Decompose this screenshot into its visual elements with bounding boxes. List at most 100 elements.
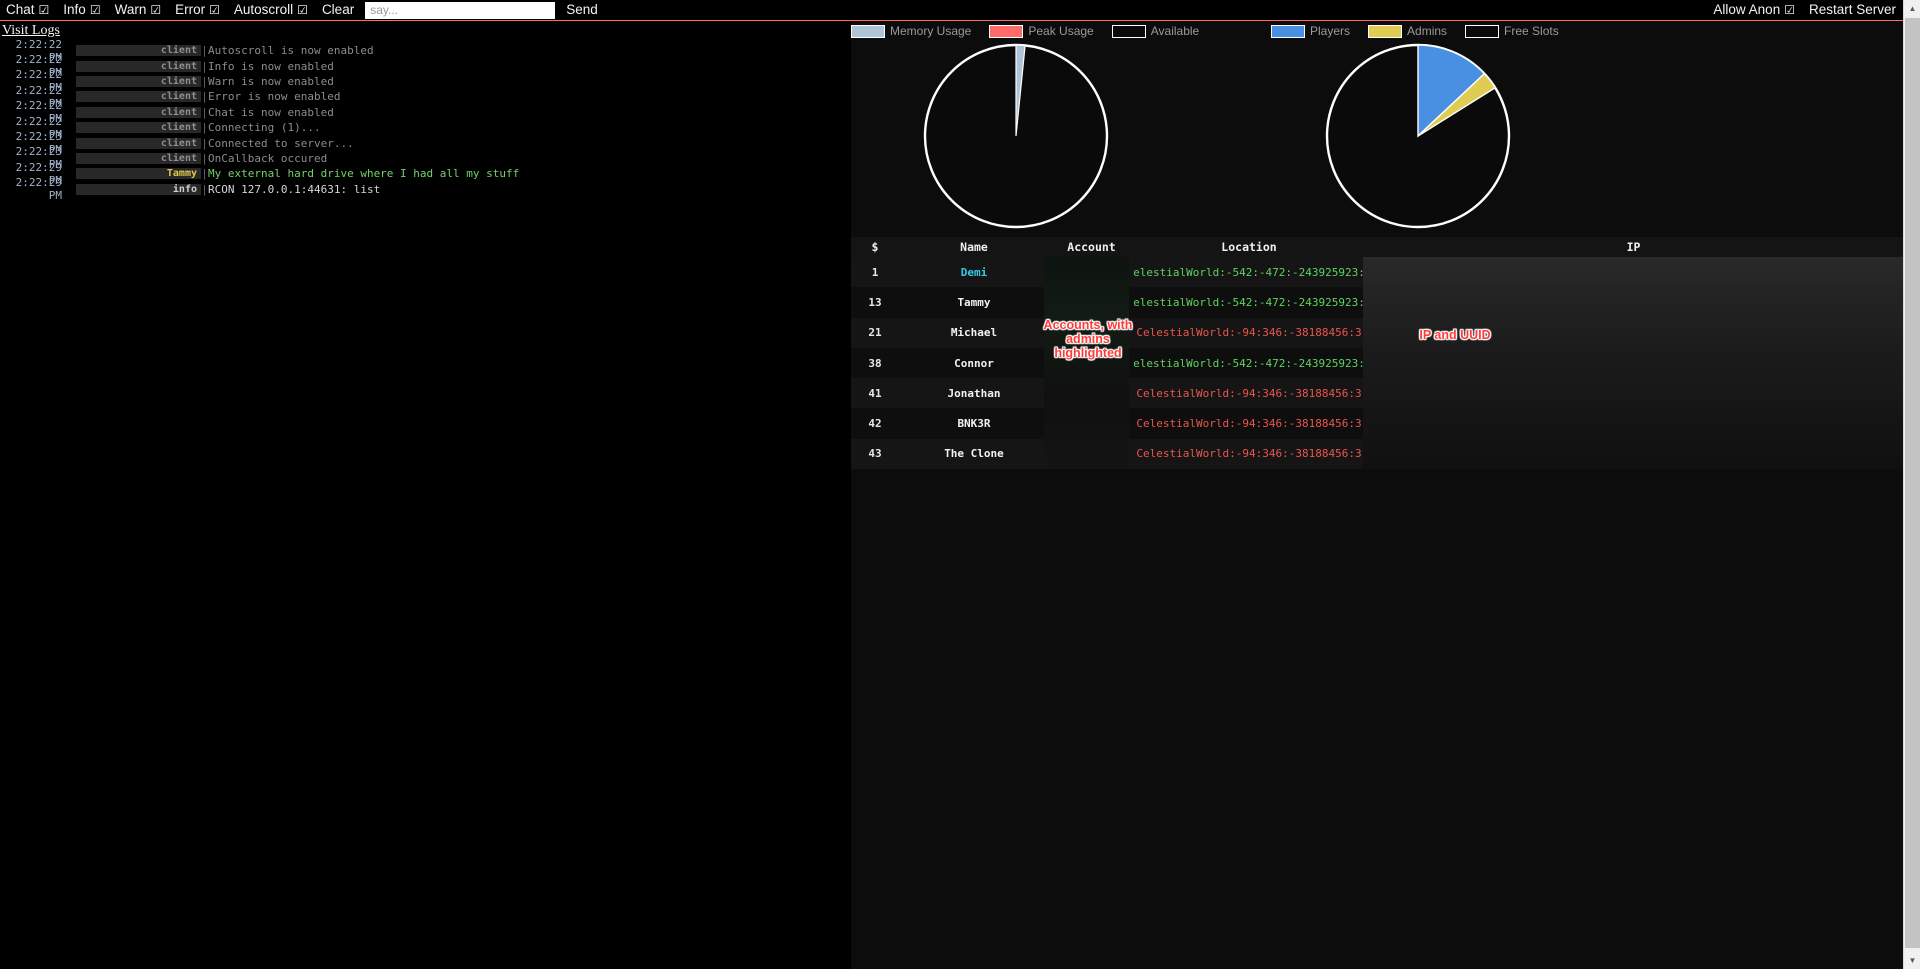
log-panel-title: Visit Logs — [2, 23, 60, 38]
player-location-cell: CelestialWorld:-542:-472:-243925923:9 — [1134, 295, 1364, 309]
player-table-row[interactable]: 42 BNK3R CelestialWorld:-94:346:-38188456:… — [851, 408, 1903, 439]
log-separator-icon: | — [201, 59, 208, 73]
log-source: client — [76, 137, 201, 149]
player-name-cell: Connor — [954, 356, 994, 370]
player-table-row[interactable]: 13 Tammy CelestialWorld:-542:-472:-2439259… — [851, 287, 1903, 318]
annotation-ip-uuid: IP and UUID — [1419, 328, 1491, 342]
checkbox-icon[interactable]: ☑ — [209, 4, 220, 16]
player-ip-cell — [1364, 287, 1903, 317]
toggle-error[interactable]: Error ☑ — [168, 0, 227, 21]
toggle-warn[interactable]: Warn ☑ — [108, 0, 169, 21]
log-source: Tammy — [76, 168, 201, 180]
log-row: 2:22:22 PM client | Warn is now enabled — [0, 68, 851, 94]
log-row: 2:22:23 PM client | OnCallback occured — [0, 145, 851, 171]
log-source: client — [76, 152, 201, 164]
toolbar-item-label: Restart Server — [1808, 2, 1896, 18]
log-message: Connected to server... — [208, 136, 354, 150]
clear-button[interactable]: Clear — [315, 0, 361, 21]
log-timestamp: 2:22:29 PM — [15, 176, 62, 203]
checkbox-icon[interactable]: ☑ — [90, 4, 101, 16]
restart-server-button[interactable]: Restart Server — [1802, 0, 1903, 21]
player-name-cell: Michael — [950, 326, 998, 340]
scrollbar-thumb[interactable] — [1905, 18, 1920, 948]
log-source: client — [76, 75, 201, 87]
legend-label: Available — [1150, 24, 1200, 38]
player-table-header-cell: Account — [1067, 240, 1116, 254]
player-name-cell: Jonathan — [947, 386, 1001, 400]
players-pie-svg — [1325, 43, 1511, 229]
player-name-cell: The Clone — [944, 447, 1004, 461]
player-account-cell — [1049, 257, 1134, 287]
toggle-allow-anon[interactable]: Allow Anon ☑ — [1707, 0, 1802, 21]
checkbox-icon[interactable]: ☑ — [150, 4, 161, 16]
log-separator-icon: | — [201, 167, 208, 181]
log-source: client — [76, 91, 201, 103]
log-row: 2:22:22 PM client | Info is now enabled — [0, 53, 851, 79]
players-legend: Players Admins Free Slots — [1271, 24, 1571, 38]
legend-item: Memory Usage — [851, 24, 971, 38]
player-table-header: $ Name Account Location IP — [851, 237, 1903, 257]
player-location-cell: CelestialWorld:-94:346:-38188456:3 — [1136, 326, 1362, 340]
player-table-row[interactable]: 1 Demi CelestialWorld:-542:-472:-243925923… — [851, 257, 1903, 288]
player-ip-cell — [1364, 439, 1903, 469]
legend-label: Peak Usage — [1028, 24, 1094, 38]
player-table-header-cell: IP — [1626, 240, 1641, 254]
legend-swatch-icon — [1465, 24, 1500, 38]
player-id-cell: 43 — [868, 447, 882, 461]
log-panel: Visit Logs 2:22:22 PM client | Autoscroll i… — [0, 21, 851, 969]
log-row-list: 2:22:22 PM client | Autoscroll is now enabl… — [0, 38, 851, 203]
player-account-cell — [1049, 408, 1134, 438]
player-id-cell: 21 — [868, 326, 882, 340]
player-table-row[interactable]: 41 Jonathan CelestialWorld:-94:346:-381884… — [851, 378, 1903, 409]
player-account-cell — [1049, 287, 1134, 317]
toolbar-item-label: Allow Anon — [1713, 2, 1781, 18]
legend-label: Admins — [1407, 24, 1448, 38]
legend-swatch-icon — [989, 24, 1024, 38]
log-message: Error is now enabled — [208, 90, 341, 104]
say-input[interactable] — [365, 1, 556, 19]
toolbar-right-group: Allow Anon ☑ Restart Server — [1707, 0, 1903, 21]
log-message: Chat is now enabled — [208, 105, 334, 119]
log-row: 2:22:23 PM client | Connected to server... — [0, 130, 851, 156]
players-pie-chart — [1323, 41, 1513, 236]
legend-item: Peak Usage — [989, 24, 1094, 38]
toolbar-left-group: Chat ☑ Info ☑ Warn ☑ Error ☑ Autoscroll ☑ Clear — [0, 0, 361, 21]
legend-label: Memory Usage — [890, 24, 972, 38]
send-button[interactable]: Send — [559, 0, 605, 21]
player-name-cell: BNK3R — [957, 417, 991, 431]
scroll-down-icon[interactable]: ▼ — [1904, 952, 1920, 969]
log-row: 2:22:22 PM client | Chat is now enabled — [0, 99, 851, 125]
player-table: $ Name Account Location IP 1 Demi CelestialWor… — [851, 237, 1903, 470]
checkbox-icon[interactable]: ☑ — [1784, 4, 1795, 16]
log-source: client — [76, 106, 201, 118]
legend-swatch-icon — [1368, 24, 1403, 38]
player-location-cell: CelestialWorld:-94:346:-38188456:3 — [1136, 386, 1362, 400]
player-ip-cell — [1364, 348, 1903, 378]
log-message: Autoscroll is now enabled — [208, 44, 374, 58]
log-separator-icon: | — [201, 90, 208, 104]
page-scrollbar[interactable]: ▲ ▼ — [1903, 0, 1920, 969]
player-name-cell: Tammy — [957, 295, 991, 309]
log-separator-icon: | — [201, 121, 208, 135]
log-separator-icon: | — [201, 151, 208, 165]
player-table-row[interactable]: 38 Connor CelestialWorld:-542:-472:-243925… — [851, 347, 1903, 379]
chart-legends: Memory Usage Peak Usage Available Players A… — [851, 21, 1903, 41]
memory-pie-svg — [923, 43, 1109, 229]
checkbox-icon[interactable]: ☑ — [297, 4, 308, 16]
toggle-autoscroll[interactable]: Autoscroll ☑ — [227, 0, 315, 21]
server-stats-panel: Memory Usage Peak Usage Available Players A… — [851, 21, 1903, 969]
toggle-info[interactable]: Info ☑ — [56, 0, 107, 21]
player-ip-cell — [1364, 378, 1903, 408]
checkbox-icon[interactable]: ☑ — [39, 4, 50, 16]
player-account-cell — [1049, 439, 1134, 469]
scroll-up-icon[interactable]: ▲ — [1904, 0, 1920, 17]
player-location-cell: CelestialWorld:-94:346:-38188456:3 — [1136, 417, 1362, 431]
player-table-header-cell: $ — [871, 240, 879, 254]
player-table-row[interactable]: 21 Michael CelestialWorld:-94:346:-3818845… — [851, 317, 1903, 348]
player-id-cell: 1 — [871, 265, 879, 279]
toggle-chat[interactable]: Chat ☑ — [0, 0, 56, 21]
log-separator-icon: | — [201, 182, 208, 196]
legend-label: Free Slots — [1504, 24, 1559, 38]
toolbar-item-label: Info — [63, 2, 86, 18]
player-table-row[interactable]: 43 The Clone CelestialWorld:-94:346:-38188… — [851, 438, 1903, 470]
